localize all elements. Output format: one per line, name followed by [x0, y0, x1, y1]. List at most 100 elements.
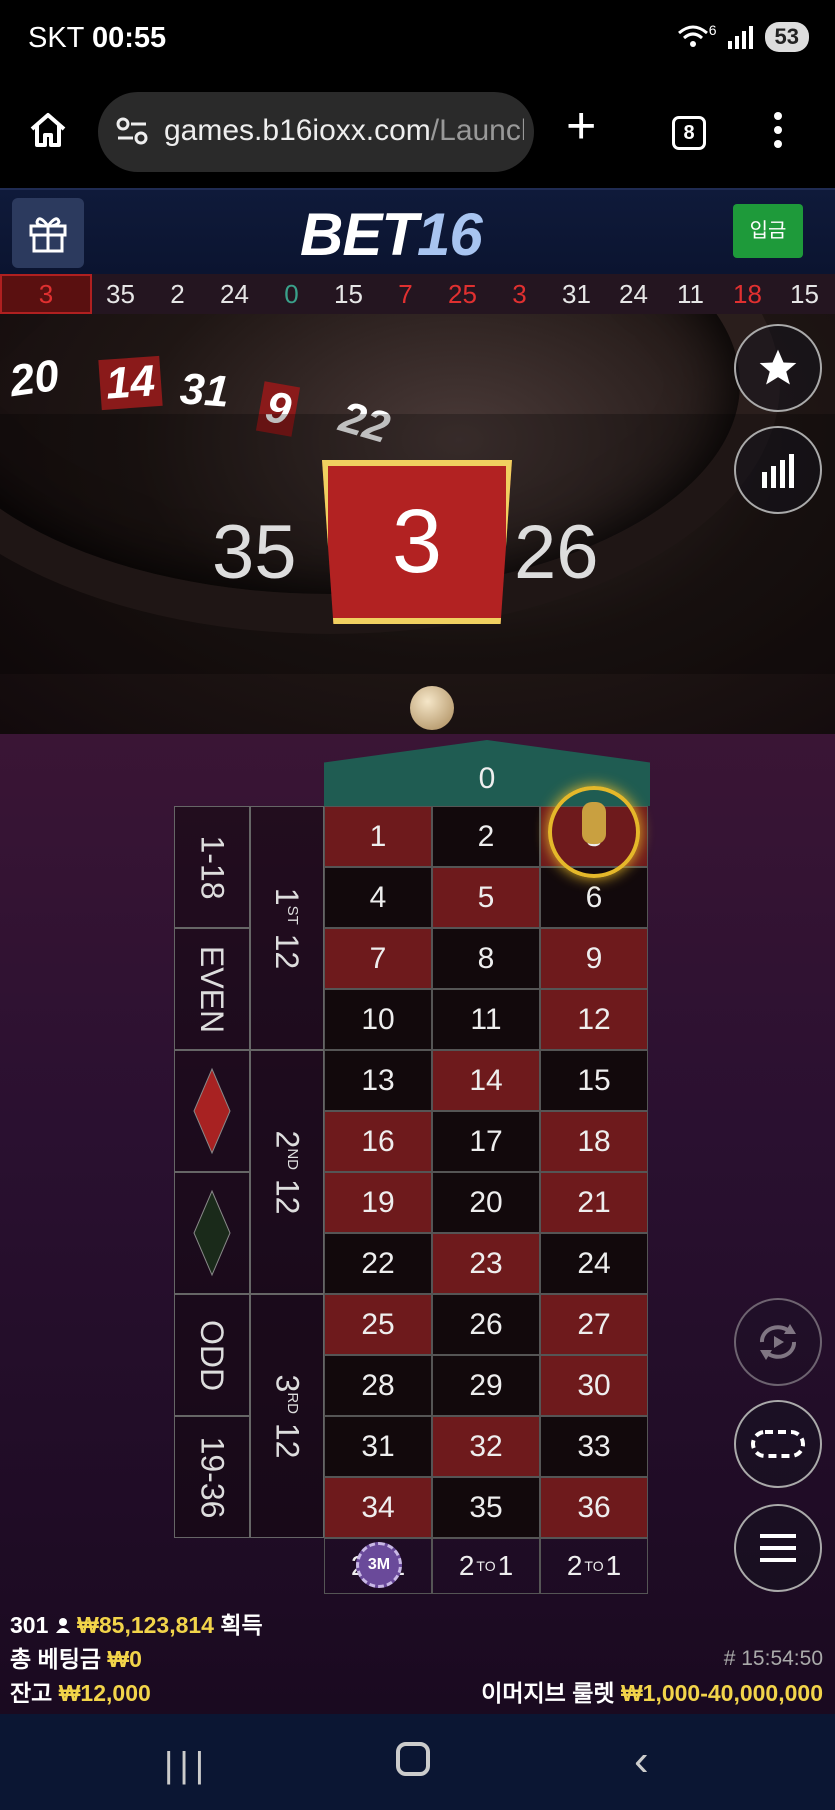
player-count: 301 — [10, 1612, 49, 1638]
history-result: 35 — [106, 278, 135, 309]
table-name: 이머지브 룰렛 — [481, 1680, 615, 1706]
bet-low[interactable]: 1-18 — [174, 806, 250, 928]
number-cell[interactable]: 7 — [324, 928, 432, 989]
back-icon[interactable]: ‹ — [634, 1736, 649, 1786]
bet-dozen-3[interactable]: 3RD 12 — [250, 1294, 324, 1538]
gift-icon — [29, 217, 67, 253]
bet-red[interactable] — [174, 1050, 250, 1172]
number-cell[interactable]: 29 — [432, 1355, 540, 1416]
bet-chip[interactable]: 3M — [356, 1542, 402, 1588]
wheel-pocket: 14 — [98, 355, 163, 411]
number-cell[interactable]: 35 — [432, 1477, 540, 1538]
number-cell[interactable]: 15 — [540, 1050, 648, 1111]
recent-apps-icon[interactable]: ||| — [164, 1744, 210, 1786]
live-video: 20 14 31 9 22 35 3 26 — [0, 314, 835, 734]
number-cell[interactable]: 36 — [540, 1477, 648, 1538]
number-cell[interactable]: 12 — [540, 989, 648, 1050]
number-cell[interactable]: 34 — [324, 1477, 432, 1538]
number-cell[interactable]: 33 — [540, 1416, 648, 1477]
wifi-badge: 6 — [708, 22, 717, 38]
bet-odd[interactable]: ODD — [174, 1294, 250, 1416]
winnings-label: 획득 — [220, 1612, 263, 1638]
clock-time: 00:55 — [91, 22, 167, 54]
number-cell[interactable]: 14 — [432, 1050, 540, 1111]
wifi-icon — [677, 25, 708, 47]
total-bet-label: 총 베팅금 — [10, 1646, 102, 1672]
game-id: # 15:54:50 — [723, 1647, 823, 1670]
racetrack-button[interactable] — [734, 1400, 822, 1488]
number-cell[interactable]: 10 — [324, 989, 432, 1050]
previous-result: 35 — [212, 510, 297, 595]
number-cell[interactable]: 19 — [324, 1172, 432, 1233]
number-cell[interactable]: 21 — [540, 1172, 648, 1233]
bet-black[interactable] — [174, 1172, 250, 1294]
total-bet-value: ₩0 — [107, 1646, 142, 1672]
number-cell[interactable]: 11 — [432, 989, 540, 1050]
number-cell[interactable]: 5 — [432, 867, 540, 928]
carrier-label: SKT — [28, 22, 84, 54]
more-icon[interactable] — [774, 112, 784, 154]
roulette-ball — [410, 686, 454, 730]
menu-button[interactable] — [734, 1504, 822, 1592]
number-cell[interactable]: 13 — [324, 1050, 432, 1111]
rebet-button[interactable] — [734, 1298, 822, 1386]
statistics-button[interactable] — [734, 426, 822, 514]
deposit-button[interactable]: 입금 — [733, 204, 803, 258]
number-cell[interactable]: 17 — [432, 1111, 540, 1172]
number-cell[interactable]: 23 — [432, 1233, 540, 1294]
number-cell[interactable]: 28 — [324, 1355, 432, 1416]
number-cell[interactable]: 30 — [540, 1355, 648, 1416]
total-bet-row: 총 베팅금 ₩0 — [10, 1642, 263, 1676]
bet-dozen-1[interactable]: 1ST 12 — [250, 806, 324, 1050]
number-cell[interactable]: 20 — [432, 1172, 540, 1233]
winners-row: 301 ₩85,123,814 획득 — [10, 1608, 263, 1642]
number-cell[interactable]: 2 — [432, 806, 540, 867]
home-icon[interactable] — [28, 110, 68, 150]
wheel-pocket: 31 — [178, 364, 231, 417]
tabs-icon[interactable]: 8 — [672, 116, 706, 150]
plus-icon[interactable]: + — [566, 100, 596, 152]
rebet-icon — [760, 1324, 796, 1360]
signal-icon — [727, 26, 753, 49]
gift-button[interactable] — [12, 198, 84, 268]
number-cell[interactable]: 18 — [540, 1111, 648, 1172]
address-bar[interactable]: games.b16ioxx.com/Launcl — [98, 92, 534, 172]
bet-even[interactable]: EVEN — [174, 928, 250, 1050]
bet-high[interactable]: 19-36 — [174, 1416, 250, 1538]
number-cell[interactable]: 22 — [324, 1233, 432, 1294]
balance-row: 잔고 ₩12,000 — [10, 1676, 263, 1710]
number-cell[interactable]: 4 — [324, 867, 432, 928]
wheel-pocket: 20 — [6, 350, 63, 407]
column-bet[interactable]: 2TO1 — [432, 1538, 540, 1594]
number-cell[interactable]: 27 — [540, 1294, 648, 1355]
history-result: 0 — [284, 278, 299, 309]
column-bet[interactable]: 2TO1 — [540, 1538, 648, 1594]
total-winnings: ₩85,123,814 — [77, 1612, 214, 1638]
home-nav-icon[interactable] — [396, 1742, 430, 1776]
number-cell[interactable]: 16 — [324, 1111, 432, 1172]
browser-toolbar: games.b16ioxx.com/Launcl + 8 — [0, 80, 835, 188]
next-pocket: 26 — [514, 510, 599, 595]
url-text[interactable]: games.b16ioxx.com/Launcl — [164, 114, 524, 148]
number-cell[interactable]: 8 — [432, 928, 540, 989]
number-cell[interactable]: 31 — [324, 1416, 432, 1477]
bet-dozen-2[interactable]: 2ND 12 — [250, 1050, 324, 1294]
number-cell[interactable]: 26 — [432, 1294, 540, 1355]
number-cell[interactable]: 24 — [540, 1233, 648, 1294]
number-cell[interactable]: 25 — [324, 1294, 432, 1355]
stats-icon — [762, 454, 794, 488]
racetrack-icon — [751, 1430, 805, 1458]
win-marker — [548, 786, 640, 878]
number-cell[interactable]: 9 — [540, 928, 648, 989]
table-info: # 15:54:50 이머지브 룰렛 ₩1,000-40,000,000 — [481, 1642, 823, 1710]
black-diamond-icon — [193, 1189, 231, 1277]
url-path: /Launcl — [430, 114, 524, 147]
favorite-button[interactable] — [734, 324, 822, 412]
history-result: 15 — [790, 278, 819, 309]
site-info-icon[interactable] — [116, 116, 148, 146]
status-bar: SKT 00:55 6 53 — [0, 0, 835, 80]
winning-number: 3 — [322, 460, 512, 624]
history-result: 11 — [677, 278, 704, 309]
number-cell[interactable]: 1 — [324, 806, 432, 867]
number-cell[interactable]: 32 — [432, 1416, 540, 1477]
